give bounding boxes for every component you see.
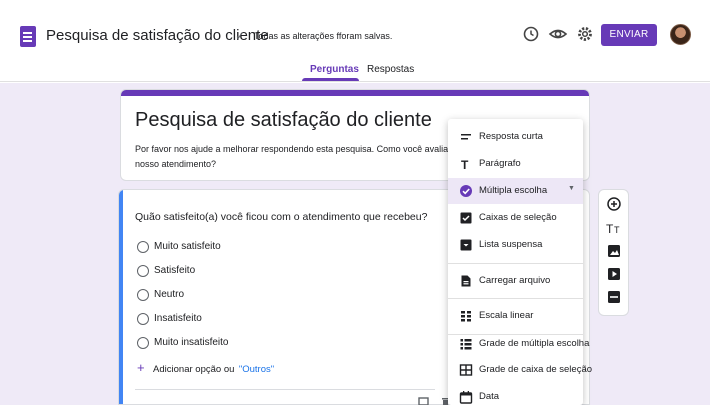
option-label[interactable]: Muito satisfeito: [154, 241, 221, 253]
option-label[interactable]: Insatisfeito: [154, 313, 202, 325]
menu-item-label: Carregar arquivo: [479, 275, 551, 286]
option-label[interactable]: Muito insatisfeito: [154, 337, 228, 349]
menu-item-label: Lista suspensa: [479, 239, 543, 250]
active-question-indicator: [119, 190, 123, 404]
add-image-icon[interactable]: [606, 243, 622, 259]
app-header: Pesquisa de satisfação do cliente ✓ Toda…: [0, 0, 710, 82]
paragraph-icon: T: [461, 158, 469, 171]
add-other-link[interactable]: "Outros": [239, 364, 274, 375]
question-type-menu: Resposta curta T Parágrafo Múltipla esco…: [448, 119, 592, 405]
menu-item-checkboxes[interactable]: Caixas de seleção: [448, 205, 583, 231]
option-label[interactable]: Satisfeito: [154, 265, 195, 277]
option-label[interactable]: Neutro: [154, 289, 184, 301]
radio-checked-icon: [460, 185, 472, 197]
save-status: Todas as alterações fforam salvas.: [254, 31, 393, 41]
menu-item-dropdown[interactable]: Lista suspensa: [448, 232, 583, 258]
menu-item-label: Múltipla escolha: [479, 185, 548, 196]
menu-item-date[interactable]: Data: [448, 384, 583, 405]
grid-icon: [460, 339, 472, 350]
menu-item-label: Escala linear: [479, 310, 534, 321]
menu-item-label: Resposta curta: [479, 131, 543, 142]
menu-item-label: Grade de múltipla escolha: [479, 338, 590, 349]
linear-scale-icon: [461, 311, 471, 322]
menu-item-linear-scale[interactable]: Escala linear: [448, 303, 583, 329]
svg-text:T: T: [614, 225, 620, 235]
preview-eye-icon[interactable]: [547, 23, 569, 45]
title-card-accent-band: [121, 90, 589, 96]
menu-item-multiple-choice-grid[interactable]: Grade de múltipla escolha: [448, 331, 589, 357]
radio-button-icon: [137, 337, 149, 349]
form-description[interactable]: Por favor nos ajude a melhorar responden…: [135, 142, 455, 172]
caret-down-icon: ▼: [568, 185, 575, 192]
add-section-icon[interactable]: [606, 289, 622, 305]
tab-questions[interactable]: Perguntas: [310, 64, 359, 75]
radio-button-icon: [137, 265, 149, 277]
send-button[interactable]: ENVIAR: [601, 24, 657, 46]
checkbox-grid-icon: [459, 364, 473, 376]
svg-text:T: T: [606, 222, 614, 236]
saved-check-icon: ✓: [235, 29, 246, 43]
add-video-icon[interactable]: [606, 266, 622, 282]
form-title[interactable]: Pesquisa de satisfação do cliente: [135, 109, 432, 132]
add-title-icon[interactable]: T T: [606, 220, 622, 236]
menu-item-label: Data: [479, 391, 500, 402]
history-icon[interactable]: [520, 23, 542, 45]
menu-item-paragraph[interactable]: T Parágrafo: [448, 151, 583, 177]
menu-item-short-answer[interactable]: Resposta curta: [448, 124, 583, 150]
menu-divider: [448, 298, 583, 299]
forms-app-icon[interactable]: [20, 26, 36, 47]
menu-divider: [448, 263, 583, 264]
short-answer-icon: [461, 134, 471, 140]
menu-item-checkbox-grid[interactable]: Grade de caixa de seleção: [448, 357, 592, 383]
duplicate-icon[interactable]: [418, 397, 430, 405]
menu-item-multiple-choice[interactable]: Múltipla escolha ▼: [448, 178, 583, 204]
menu-item-label: Caixas de seleção: [479, 212, 557, 223]
settings-gear-icon[interactable]: [574, 23, 596, 45]
menu-item-label: Parágrafo: [479, 158, 521, 169]
checkbox-icon: [460, 212, 472, 224]
active-tab-indicator: [302, 78, 359, 81]
radio-button-icon: [137, 289, 149, 301]
menu-item-label: Grade de caixa de seleção: [479, 364, 593, 375]
question-footer-divider: [135, 389, 435, 390]
tab-responses[interactable]: Respostas: [367, 64, 414, 75]
dropdown-list-icon: [460, 239, 472, 251]
upload-file-icon: [461, 275, 471, 287]
menu-item-file-upload[interactable]: Carregar arquivo: [448, 268, 583, 294]
add-option-link[interactable]: Adicionar opção ou: [153, 364, 234, 375]
add-question-icon[interactable]: [606, 196, 622, 212]
user-avatar[interactable]: [670, 24, 691, 45]
svg-text:T: T: [461, 158, 469, 171]
radio-button-icon: [137, 241, 149, 253]
radio-button-icon: [137, 313, 149, 325]
plus-icon: +: [137, 360, 145, 375]
calendar-icon: [459, 391, 473, 404]
add-option-row[interactable]: + Adicionar opção ou "Outros": [137, 359, 274, 375]
question-title[interactable]: Quão satisfeito(a) você ficou com o aten…: [135, 211, 427, 223]
side-toolbar: T T: [598, 189, 629, 316]
